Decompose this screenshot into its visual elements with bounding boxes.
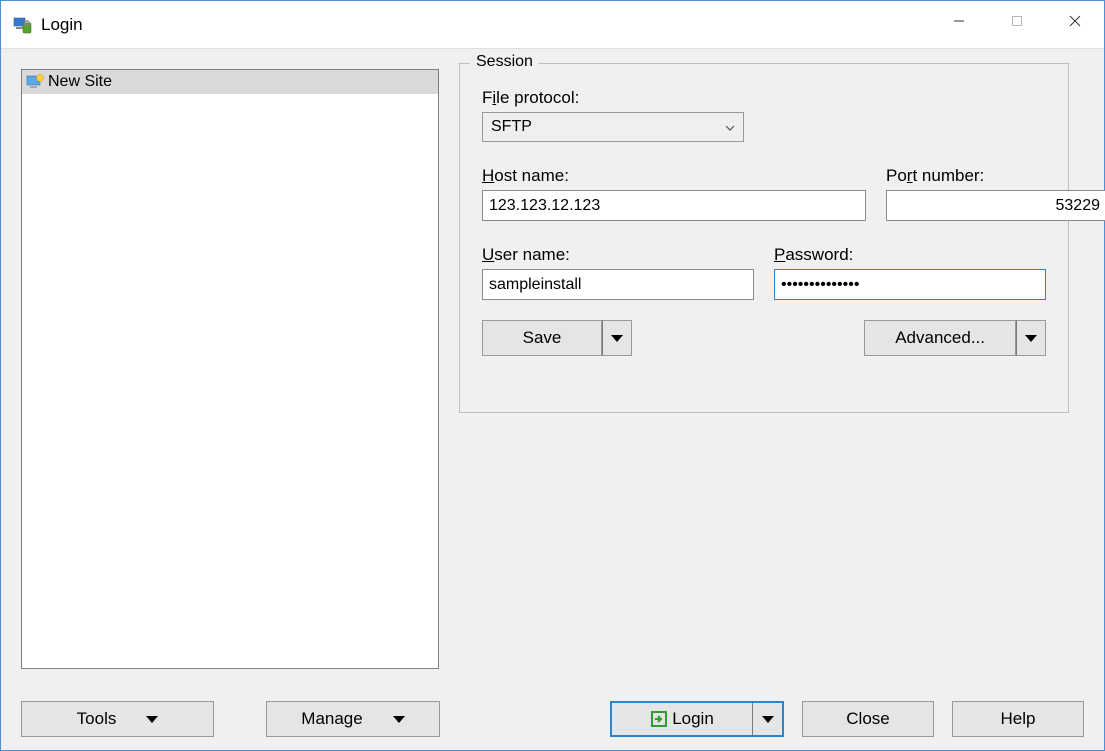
triangle-down-icon <box>393 716 405 723</box>
session-group-label: Session <box>470 53 539 71</box>
port-label: Port number: <box>886 166 1046 186</box>
advanced-button[interactable]: Advanced... <box>864 320 1016 356</box>
protocol-label: File protocol: <box>482 88 1046 108</box>
triangle-down-icon <box>611 335 623 342</box>
user-col: User name: <box>482 245 754 300</box>
app-icon <box>13 15 33 35</box>
save-button[interactable]: Save <box>482 320 602 356</box>
triangle-down-icon <box>146 716 158 723</box>
port-input-wrap: ▲ ▼ <box>886 190 1046 221</box>
advanced-dropdown[interactable] <box>1016 320 1046 356</box>
login-dropdown[interactable] <box>752 703 782 735</box>
chevron-down-icon <box>725 120 735 134</box>
manage-label: Manage <box>301 709 362 729</box>
protocol-row: File protocol: SFTP <box>482 88 1046 142</box>
close-dialog-button[interactable]: Close <box>802 701 934 737</box>
save-split-button: Save <box>482 320 632 356</box>
port-col: Port number: ▲ ▼ <box>886 166 1046 221</box>
client-area: New Site Session File protocol: SFTP <box>1 49 1104 750</box>
protocol-value: SFTP <box>491 118 532 136</box>
window-title: Login <box>41 15 83 35</box>
manage-button[interactable]: Manage <box>266 701 440 737</box>
save-dropdown[interactable] <box>602 320 632 356</box>
triangle-down-icon <box>762 716 774 723</box>
port-input[interactable] <box>886 190 1105 221</box>
session-button-row: Save Advanced... <box>482 320 1046 356</box>
window-controls <box>930 1 1104 41</box>
login-window: Login New Site Ses <box>0 0 1105 751</box>
tools-label: Tools <box>77 709 117 729</box>
close-button[interactable] <box>1046 1 1104 41</box>
host-port-row: Host name: Port number: ▲ ▼ <box>482 166 1046 221</box>
titlebar: Login <box>1 1 1104 49</box>
session-group: Session File protocol: SFTP Host name: <box>459 63 1069 413</box>
bottom-button-row: Tools Manage Login Close Help <box>21 701 1084 737</box>
login-icon <box>650 710 668 728</box>
advanced-split-button: Advanced... <box>864 320 1046 356</box>
host-label: Host name: <box>482 166 866 186</box>
site-list[interactable]: New Site <box>21 69 439 669</box>
userpass-row: User name: Password: <box>482 245 1046 300</box>
user-label: User name: <box>482 245 754 265</box>
login-split-button: Login <box>610 701 784 737</box>
password-input[interactable] <box>774 269 1046 300</box>
host-col: Host name: <box>482 166 866 221</box>
user-input[interactable] <box>482 269 754 300</box>
pass-label: Password: <box>774 245 1046 265</box>
login-button[interactable]: Login <box>612 703 752 735</box>
site-item-label: New Site <box>48 73 112 91</box>
help-button[interactable]: Help <box>952 701 1084 737</box>
site-item-new-site[interactable]: New Site <box>22 70 438 94</box>
triangle-down-icon <box>1025 335 1037 342</box>
minimize-button[interactable] <box>930 1 988 41</box>
protocol-select[interactable]: SFTP <box>482 112 744 142</box>
computer-new-icon <box>26 74 44 90</box>
tools-button[interactable]: Tools <box>21 701 214 737</box>
host-input[interactable] <box>482 190 866 221</box>
maximize-button[interactable] <box>988 1 1046 41</box>
pass-col: Password: <box>774 245 1046 300</box>
login-label: Login <box>672 709 714 729</box>
